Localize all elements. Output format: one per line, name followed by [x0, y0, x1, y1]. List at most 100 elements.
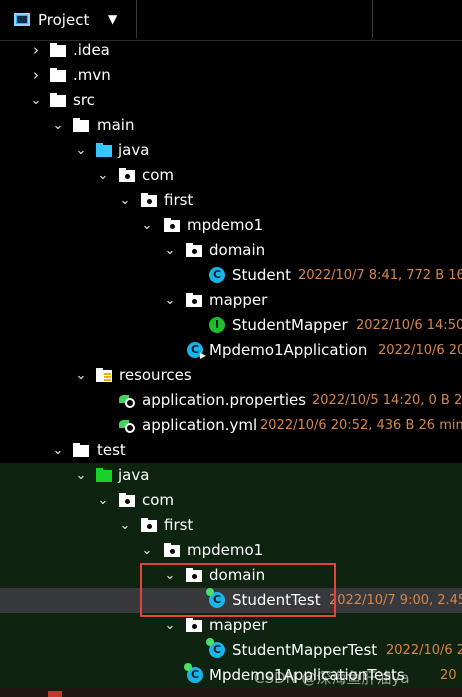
- spring-properties-icon: [119, 392, 137, 409]
- tree-item-label: domain: [209, 241, 266, 259]
- tree-item-application-properties[interactable]: application.properties 2022/10/5 14:20, …: [0, 388, 462, 413]
- tree-item-student[interactable]: C Student 2022/10/7 8:41, 772 B 16: [0, 263, 462, 288]
- folder-icon: [50, 93, 66, 108]
- tree-item-student-mapper-test[interactable]: C StudentMapperTest 2022/10/6 2: [0, 638, 462, 663]
- tree-item-test-mpdemo1[interactable]: ⌄ mpdemo1: [0, 538, 462, 563]
- tree-item-application-yml[interactable]: application.yml 2022/10/6 20:52, 436 B 2…: [0, 413, 462, 438]
- tree-item-test-first[interactable]: ⌄ first: [0, 513, 462, 538]
- caret-down-icon[interactable]: ▼: [108, 12, 117, 26]
- test-class-icon: C: [184, 663, 203, 683]
- chevron-down-icon[interactable]: ⌄: [163, 563, 177, 588]
- tree-item-resources[interactable]: ⌄ resources: [0, 363, 462, 388]
- tree-item-test-domain[interactable]: ⌄ domain: [0, 563, 462, 588]
- package-icon: [164, 218, 180, 233]
- chevron-down-icon[interactable]: ⌄: [51, 113, 65, 138]
- chevron-down-icon[interactable]: ⌄: [163, 613, 177, 638]
- tree-item-main[interactable]: ⌄ main: [0, 113, 462, 138]
- tree-item-test-com[interactable]: ⌄ com: [0, 488, 462, 513]
- tree-item-test-mapper[interactable]: ⌄ mapper: [0, 613, 462, 638]
- tree-item-src[interactable]: ⌄ src: [0, 88, 462, 113]
- chevron-down-icon[interactable]: ⌄: [163, 238, 177, 263]
- header-divider: [372, 0, 373, 38]
- tree-item-main-com[interactable]: ⌄ com: [0, 163, 462, 188]
- tree-item-label: java: [118, 141, 150, 159]
- tree-item-label: first: [164, 191, 194, 209]
- file-meta: 20: [440, 668, 457, 683]
- file-meta: 2022/10/7 8:41, 772 B 16: [298, 268, 462, 283]
- tree-item-label: java: [118, 466, 150, 484]
- tree-item-label: src: [73, 91, 95, 109]
- chevron-down-icon[interactable]: ⌄: [51, 438, 65, 463]
- tree-item-main-java[interactable]: ⌄ java: [0, 138, 462, 163]
- file-meta: 2022/10/7 9:00, 2.45: [329, 593, 462, 608]
- resources-folder-icon: [96, 368, 112, 383]
- chevron-down-icon[interactable]: ⌄: [96, 163, 110, 188]
- chevron-down-icon[interactable]: ⌄: [163, 288, 177, 313]
- tree-item-label: mapper: [209, 616, 268, 634]
- tree-item-label: mapper: [209, 291, 268, 309]
- class-icon: C: [209, 267, 225, 283]
- tree-item-label: Mpdemo1Application: [209, 341, 368, 359]
- tree-item-main-mpdemo1[interactable]: ⌄ mpdemo1: [0, 213, 462, 238]
- tree-item-label: domain: [209, 566, 266, 584]
- tree-item-label: application.yml: [142, 416, 258, 434]
- package-icon: [141, 518, 157, 533]
- tree-item-student-mapper[interactable]: I StudentMapper 2022/10/6 14:50: [0, 313, 462, 338]
- package-icon: [119, 168, 135, 183]
- chevron-down-icon[interactable]: ⌄: [29, 88, 43, 113]
- tree-item-mpdemo1-application[interactable]: C ▶ Mpdemo1Application 2022/10/6 20: [0, 338, 462, 363]
- tree-item-label: com: [142, 166, 175, 184]
- chevron-down-icon[interactable]: ⌄: [96, 488, 110, 513]
- tree-item-label: .mvn: [73, 66, 111, 84]
- file-meta: 2022/10/6 14:50: [356, 318, 462, 333]
- tree-item-main-domain[interactable]: ⌄ domain: [0, 238, 462, 263]
- folder-icon: [48, 691, 62, 697]
- chevron-right-icon[interactable]: ›: [29, 38, 43, 63]
- folder-icon: [50, 43, 66, 58]
- chevron-down-icon[interactable]: ⌄: [140, 213, 154, 238]
- file-meta: 2022/10/5 14:20, 0 B 20: [312, 393, 462, 408]
- tree-item-test[interactable]: ⌄ test: [0, 438, 462, 463]
- tree-item-main-mapper[interactable]: ⌄ mapper: [0, 288, 462, 313]
- chevron-down-icon[interactable]: ⌄: [74, 363, 88, 388]
- package-icon: [186, 293, 202, 308]
- tree-item-label: com: [142, 491, 175, 509]
- chevron-down-icon[interactable]: ⌄: [74, 138, 88, 163]
- tree-item-label: resources: [119, 366, 192, 384]
- test-class-icon: C: [206, 638, 225, 658]
- chevron-down-icon[interactable]: ⌄: [118, 513, 132, 538]
- interface-icon: I: [209, 317, 225, 333]
- package-icon: [141, 193, 157, 208]
- project-panel-header: Project ▼: [0, 0, 462, 41]
- tree-item-label: test: [97, 441, 126, 459]
- chevron-right-icon[interactable]: ›: [29, 63, 43, 88]
- spring-boot-class-icon: C ▶: [187, 342, 206, 360]
- project-view-icon: [14, 13, 30, 26]
- project-title[interactable]: Project: [38, 11, 89, 29]
- tree-item-label: Student: [232, 266, 292, 284]
- source-folder-icon: [96, 143, 112, 158]
- tree-item-label: mpdemo1: [187, 216, 264, 234]
- chevron-down-icon[interactable]: ⌄: [118, 188, 132, 213]
- tree-item-label: .idea: [73, 41, 110, 59]
- tree-item-student-test[interactable]: C StudentTest 2022/10/7 9:00, 2.45: [0, 588, 462, 613]
- folder-icon: [50, 68, 66, 83]
- tree-item-label: main: [97, 116, 135, 134]
- chevron-down-icon[interactable]: ⌄: [74, 463, 88, 488]
- test-source-folder-icon: [96, 468, 112, 483]
- file-meta: 2022/10/6 2: [386, 643, 462, 658]
- watermark: CSDN @深海鱼肝油ya: [254, 669, 410, 687]
- tree-item-label: StudentMapper: [232, 316, 348, 334]
- package-icon: [164, 543, 180, 558]
- package-icon: [186, 618, 202, 633]
- folder-icon: [73, 118, 89, 133]
- next-section-strip: [0, 688, 462, 697]
- tree-item-main-first[interactable]: ⌄ first: [0, 188, 462, 213]
- package-icon: [186, 568, 202, 583]
- header-divider: [136, 0, 137, 38]
- tree-item-test-java[interactable]: ⌄ java: [0, 463, 462, 488]
- tree-item-idea[interactable]: › .idea: [0, 38, 462, 63]
- package-icon: [119, 493, 135, 508]
- tree-item-mvn[interactable]: › .mvn: [0, 63, 462, 88]
- chevron-down-icon[interactable]: ⌄: [140, 538, 154, 563]
